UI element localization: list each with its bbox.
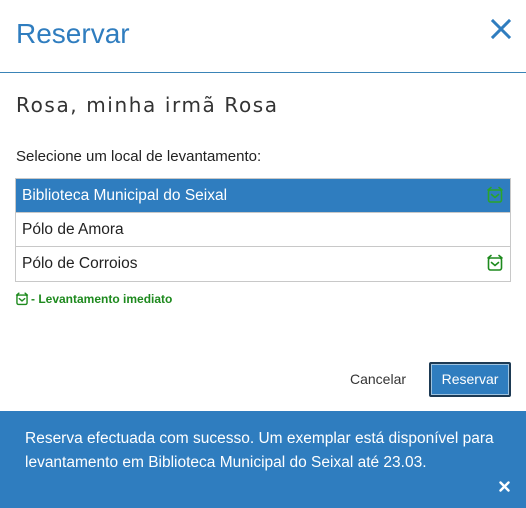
location-label: Pólo de Corroios	[22, 255, 138, 272]
pickup-location-polo-corroios[interactable]: Pólo de Corroios	[16, 247, 510, 281]
alarm-clock-icon	[15, 292, 29, 306]
close-icon[interactable]	[499, 481, 510, 492]
alarm-clock-icon	[487, 254, 503, 271]
success-notification: Reserva efectuada com sucesso. Um exempl…	[0, 411, 526, 508]
dialog-header: Reservar	[0, 0, 526, 73]
alarm-clock-icon	[487, 186, 503, 203]
notification-message: Reserva efectuada com sucesso. Um exempl…	[25, 430, 494, 471]
item-title: Rosa, minha irmã Rosa	[16, 93, 279, 117]
cancel-button[interactable]: Cancelar	[350, 371, 406, 387]
pickup-location-list: Biblioteca Municipal do Seixal Pólo de A…	[15, 178, 511, 282]
location-label: Biblioteca Municipal do Seixal	[22, 187, 228, 204]
pickup-location-polo-amora[interactable]: Pólo de Amora	[16, 213, 510, 247]
legend-label: - Levantamento imediato	[31, 292, 173, 306]
close-icon[interactable]	[490, 18, 512, 40]
pickup-prompt: Selecione um local de levantamento:	[16, 148, 262, 165]
reserve-button[interactable]: Reservar	[429, 362, 511, 397]
location-label: Pólo de Amora	[22, 221, 124, 238]
pickup-location-biblioteca-municipal[interactable]: Biblioteca Municipal do Seixal	[16, 179, 510, 213]
dialog-title: Reservar	[16, 18, 130, 49]
